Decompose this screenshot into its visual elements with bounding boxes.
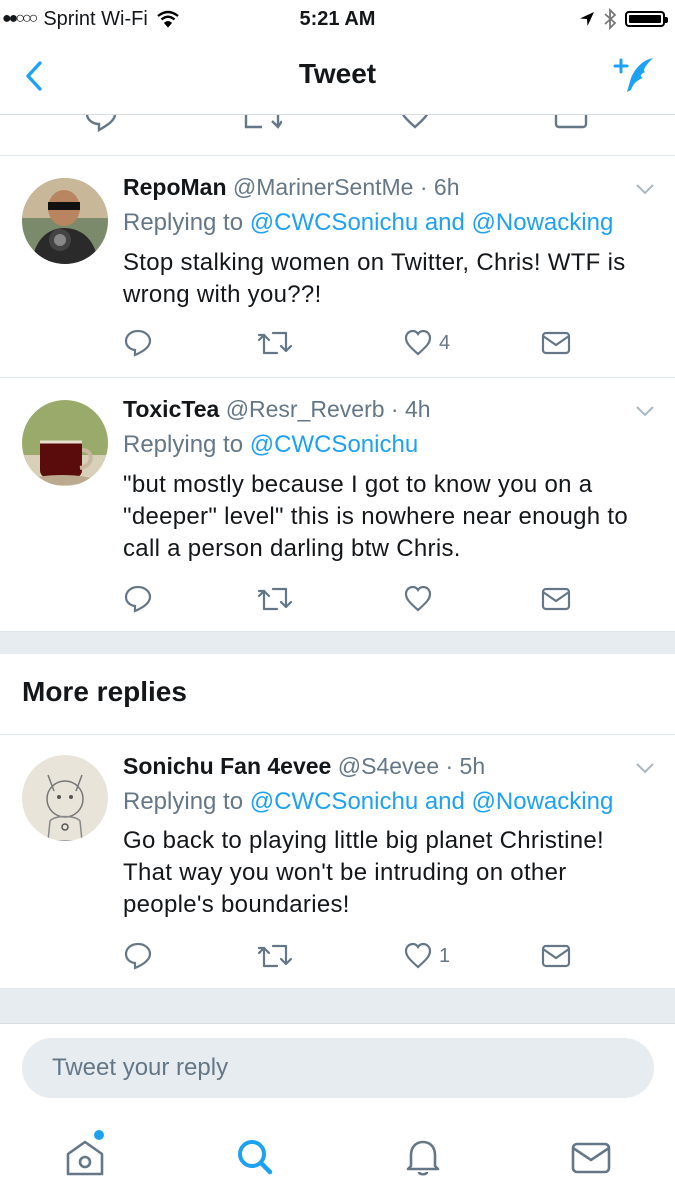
tab-messages[interactable] (568, 1134, 614, 1180)
notification-dot (94, 1130, 104, 1140)
author-name[interactable]: ToxicTea (123, 396, 219, 422)
location-arrow-icon (579, 11, 595, 27)
more-replies-heading: More replies (22, 676, 187, 707)
compose-tweet-icon (613, 58, 653, 92)
bluetooth-icon (603, 8, 617, 30)
direct-message-button[interactable] (541, 584, 571, 614)
reply-icon (124, 585, 152, 613)
tab-home[interactable] (62, 1130, 108, 1180)
retweet-button[interactable] (257, 328, 293, 358)
reply-button[interactable] (123, 584, 153, 614)
heart-icon[interactable] (398, 115, 432, 131)
replying-to-link[interactable]: @CWCSonichu (250, 431, 418, 458)
tab-notifications[interactable] (400, 1134, 446, 1180)
retweet-button[interactable] (257, 584, 293, 614)
tab-search[interactable] (232, 1134, 278, 1180)
divider (0, 1023, 675, 1024)
like-count: 4 (439, 331, 451, 354)
reply-icon (124, 329, 152, 357)
tweet-actions: 4 (123, 328, 583, 358)
replying-to: Replying to @CWCSonichu and @Nowacking (123, 788, 614, 815)
battery-icon (625, 11, 668, 27)
author-handle[interactable]: @MarinerSentMe (233, 174, 414, 200)
tweet-actions (123, 584, 583, 614)
retweet-icon[interactable] (242, 115, 282, 133)
section-divider (0, 989, 675, 1023)
chevron-down-icon[interactable] (635, 404, 655, 418)
navigation-bar: Tweet (0, 38, 675, 115)
author-handle[interactable]: @Resr_Reverb (226, 396, 385, 422)
avatar[interactable] (22, 755, 108, 841)
tweet-text: Stop stalking women on Twitter, Chris! W… (123, 249, 626, 308)
replying-to: Replying to @CWCSonichu (123, 431, 419, 458)
retweet-icon (257, 944, 293, 968)
reply-composer[interactable] (22, 1038, 654, 1098)
envelope-icon[interactable] (554, 115, 588, 129)
previous-tweet-actions (0, 115, 675, 156)
tweet-text: "but mostly because I got to know you on… (123, 471, 629, 562)
status-bar: ●●○○○ Sprint Wi-Fi 5:21 AM (0, 0, 675, 38)
tweet[interactable]: Sonichu Fan 4evee @S4evee · 5h Replying … (0, 735, 675, 989)
tweet-time: · 6h (419, 174, 460, 200)
tweet-text: Go back to playing little big planet Chr… (123, 827, 605, 918)
heart-icon (404, 585, 432, 612)
status-time: 5:21 AM (299, 8, 376, 30)
replying-to: Replying to @CWCSonichu and @Nowacking (123, 209, 614, 236)
reply-input[interactable] (22, 1038, 654, 1098)
page-title: Tweet (298, 58, 377, 89)
heart-icon (404, 942, 432, 969)
author-name[interactable]: RepoMan (123, 174, 227, 200)
direct-message-button[interactable] (541, 941, 571, 971)
tweet-time: · 4h (390, 396, 431, 422)
heart-icon (404, 329, 432, 356)
reply-button[interactable] (123, 941, 153, 971)
tweet[interactable]: ToxicTea @Resr_Reverb · 4h Replying to @… (0, 378, 675, 632)
like-button[interactable]: 1 (403, 941, 450, 971)
reply-icon[interactable] (84, 115, 118, 133)
author-name[interactable]: Sonichu Fan 4evee (123, 753, 331, 779)
envelope-icon (541, 587, 571, 611)
envelope-icon (541, 944, 571, 968)
reply-button[interactable] (123, 328, 153, 358)
retweet-icon (257, 331, 293, 355)
tweet-actions: 1 (123, 941, 583, 971)
like-button[interactable] (403, 584, 439, 614)
compose-tweet-button[interactable] (609, 54, 657, 98)
author-handle[interactable]: @S4evee (338, 753, 439, 779)
like-button[interactable]: 4 (403, 328, 450, 358)
home-icon (66, 1140, 104, 1176)
avatar[interactable] (22, 400, 108, 486)
section-divider (0, 632, 675, 654)
bell-icon (406, 1140, 440, 1176)
replying-to-link[interactable]: @CWCSonichu and @Nowacking (250, 788, 614, 815)
tweet-time: · 5h (445, 753, 486, 779)
envelope-icon (541, 331, 571, 355)
chevron-down-icon[interactable] (635, 761, 655, 775)
like-count: 1 (439, 944, 451, 967)
replying-to-link[interactable]: @CWCSonichu and @Nowacking (250, 209, 614, 236)
search-icon (238, 1140, 273, 1175)
chevron-down-icon[interactable] (635, 182, 655, 196)
avatar[interactable] (22, 178, 108, 264)
retweet-button[interactable] (257, 941, 293, 971)
envelope-icon (571, 1142, 611, 1174)
retweet-icon (257, 587, 293, 611)
direct-message-button[interactable] (541, 328, 571, 358)
reply-icon (124, 942, 152, 970)
tweet[interactable]: RepoMan @MarinerSentMe · 6h Replying to … (0, 156, 675, 378)
tab-bar (0, 1112, 675, 1200)
